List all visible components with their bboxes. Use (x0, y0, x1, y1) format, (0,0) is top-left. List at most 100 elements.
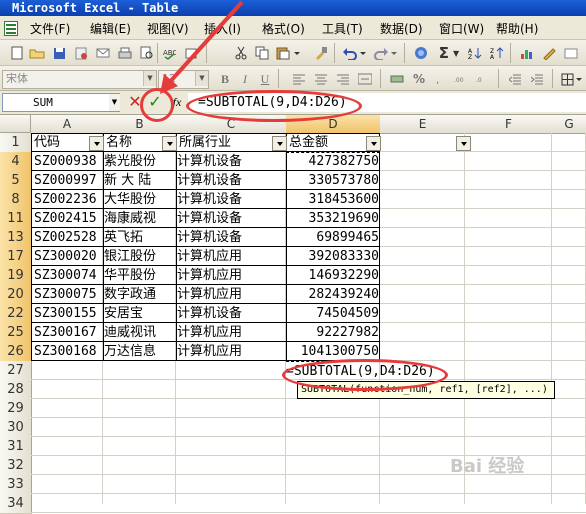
filter-code-dropdown[interactable] (89, 136, 104, 151)
select-all-corner[interactable] (0, 115, 31, 133)
underline-button[interactable]: U (256, 70, 274, 88)
decrease-indent-icon[interactable] (506, 70, 524, 88)
filter-total-dropdown[interactable] (366, 136, 381, 151)
row-header[interactable]: 30 (0, 418, 32, 438)
chart-wizard-icon[interactable] (518, 44, 536, 62)
cell-name[interactable]: 紫光股份 (104, 152, 175, 171)
cell-name[interactable]: 英飞拓 (104, 228, 175, 247)
align-right-icon[interactable] (334, 70, 352, 88)
name-box[interactable]: SUM (2, 93, 120, 112)
row-header[interactable]: 29 (0, 399, 32, 419)
sort-ascending-icon[interactable]: AZ (466, 44, 484, 62)
open-folder-icon[interactable] (28, 44, 46, 62)
cell-code[interactable]: SZ300155 (32, 304, 104, 323)
align-left-icon[interactable] (290, 70, 308, 88)
cell-industry[interactable]: 计算机设备 (177, 228, 285, 247)
column-header-a[interactable]: A (31, 115, 104, 134)
column-header-g[interactable]: G (552, 115, 586, 134)
menu-data[interactable]: 数据(D) (380, 20, 423, 38)
cell-code[interactable]: SZ300168 (32, 342, 104, 361)
paste-icon[interactable] (275, 44, 301, 62)
row-header[interactable]: 26 (0, 342, 32, 362)
cell-code[interactable]: SZ002528 (32, 228, 104, 247)
cell-industry[interactable]: 计算机设备 (177, 190, 285, 209)
row-header[interactable]: 4 (0, 152, 32, 172)
print-icon[interactable] (116, 44, 134, 62)
hyperlink-icon[interactable] (412, 44, 430, 62)
row-header[interactable]: 1 (0, 133, 32, 153)
save-icon[interactable] (50, 44, 68, 62)
format-painter-icon[interactable] (312, 44, 330, 62)
autosum-icon[interactable]: Σ ▼ (436, 44, 462, 62)
excel-doc-icon[interactable] (4, 21, 18, 36)
column-header-f[interactable]: F (465, 115, 553, 134)
row-header[interactable]: 27 (0, 361, 32, 381)
menu-edit[interactable]: 编辑(E) (90, 20, 131, 38)
cell-code[interactable]: SZ002415 (32, 209, 104, 228)
cell-industry[interactable]: 计算机应用 (177, 247, 285, 266)
cell-code[interactable]: SZ000938 (32, 152, 104, 171)
cell-industry[interactable]: 计算机设备 (177, 171, 285, 190)
filter-e-dropdown[interactable] (456, 136, 471, 151)
menu-window[interactable]: 窗口(W) (439, 20, 484, 38)
borders-icon[interactable] (560, 70, 584, 88)
cell-code[interactable]: SZ000997 (32, 171, 104, 190)
increase-decimal-icon[interactable]: .00 (452, 70, 470, 88)
menu-file[interactable]: 文件(F) (30, 20, 70, 38)
row-header[interactable]: 33 (0, 475, 32, 495)
menu-format[interactable]: 格式(O) (262, 20, 305, 38)
header-cell-industry[interactable]: 所属行业 (177, 133, 287, 152)
row-header[interactable]: 32 (0, 456, 32, 476)
menu-tools[interactable]: 工具(T) (322, 20, 363, 38)
cell-name[interactable]: 华平股份 (104, 266, 175, 285)
cell-industry[interactable]: 计算机应用 (177, 266, 285, 285)
row-header[interactable]: 11 (0, 209, 32, 229)
cell-code[interactable]: SZ300074 (32, 266, 104, 285)
cell-name[interactable]: 大华股份 (104, 190, 175, 209)
filter-industry-dropdown[interactable] (272, 136, 287, 151)
cell-code[interactable]: SZ300075 (32, 285, 104, 304)
undo-icon[interactable] (341, 44, 367, 62)
cell-name[interactable]: 银江股份 (104, 247, 175, 266)
row-header[interactable]: 22 (0, 304, 32, 324)
row-header[interactable]: 20 (0, 285, 32, 305)
comma-style-icon[interactable]: , (432, 70, 450, 88)
cell-name[interactable]: 新 大 陆 (104, 171, 175, 190)
menu-help[interactable]: 帮助(H) (496, 20, 538, 38)
cell-industry[interactable]: 计算机设备 (177, 209, 285, 228)
permission-icon[interactable] (72, 44, 90, 62)
cell-industry[interactable]: 计算机应用 (177, 285, 285, 304)
row-header[interactable]: 5 (0, 171, 32, 191)
cell-industry[interactable]: 计算机应用 (177, 342, 285, 361)
sort-descending-icon[interactable]: ZA (488, 44, 506, 62)
new-file-icon[interactable] (8, 44, 26, 62)
copy-icon[interactable] (253, 44, 271, 62)
drawing-icon[interactable] (540, 44, 558, 62)
cell-code[interactable]: SZ300167 (32, 323, 104, 342)
percent-button[interactable]: % (410, 70, 428, 88)
font-name-combo[interactable]: 宋体 ▼ (2, 70, 157, 89)
row-header[interactable]: 34 (0, 494, 32, 514)
merge-center-icon[interactable] (356, 70, 374, 88)
cell-name[interactable]: 万达信息 (104, 342, 175, 361)
align-center-icon[interactable] (312, 70, 330, 88)
row-header[interactable]: 17 (0, 247, 32, 267)
row-header[interactable]: 19 (0, 266, 32, 286)
zoom-icon[interactable] (562, 44, 580, 62)
cell-name[interactable]: 迪威视讯 (104, 323, 175, 342)
row-header[interactable]: 25 (0, 323, 32, 343)
cell-industry[interactable]: 计算机设备 (177, 304, 285, 323)
cell-industry[interactable]: 计算机应用 (177, 323, 285, 342)
cell-industry[interactable]: 计算机设备 (177, 152, 285, 171)
name-box-dropdown[interactable]: ▼ (109, 94, 120, 111)
filter-name-dropdown[interactable] (162, 136, 177, 151)
row-header[interactable]: 31 (0, 437, 32, 457)
decrease-decimal-icon[interactable]: .0 (474, 70, 492, 88)
redo-icon[interactable] (372, 44, 398, 62)
increase-indent-icon[interactable] (528, 70, 546, 88)
email-icon[interactable] (94, 44, 112, 62)
cell-name[interactable]: 数字政通 (104, 285, 175, 304)
cell-name[interactable]: 安居宝 (104, 304, 175, 323)
row-header[interactable]: 8 (0, 190, 32, 210)
cell-code[interactable]: SZ002236 (32, 190, 104, 209)
